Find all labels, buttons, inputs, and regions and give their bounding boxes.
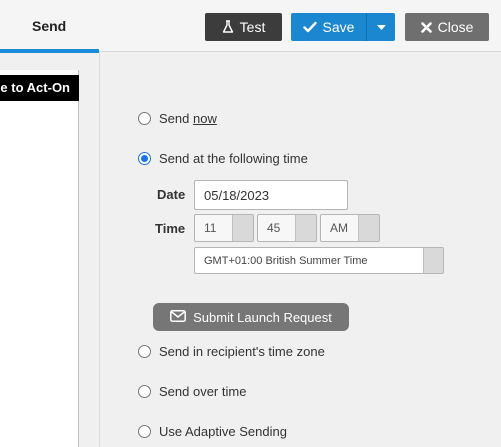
active-tab-indicator [0, 49, 99, 53]
date-label: Date [157, 187, 186, 202]
send-at-time-radio[interactable] [138, 152, 151, 165]
top-toolbar: Send Test Save Close [0, 0, 501, 53]
adaptive-sending-option[interactable]: Use Adaptive Sending [138, 424, 287, 439]
send-now-option[interactable]: Send now [138, 111, 217, 126]
save-button[interactable]: Save [291, 13, 366, 41]
submit-button-label: Submit Launch Request [193, 309, 332, 325]
preview-panel [0, 70, 79, 447]
close-button-label: Close [437, 19, 474, 35]
ampm-select-handle [358, 215, 379, 241]
time-label: Time [155, 221, 186, 236]
adaptive-sending-radio[interactable] [138, 425, 151, 438]
send-at-time-option[interactable]: Send at the following time [138, 151, 308, 166]
send-over-time-label: Send over time [159, 384, 247, 399]
send-now-radio[interactable] [138, 112, 151, 125]
check-icon [302, 21, 317, 33]
save-options-dropdown[interactable] [366, 13, 395, 41]
caret-down-icon [376, 24, 386, 30]
recipient-timezone-radio[interactable] [138, 345, 151, 358]
timezone-value: GMT+01:00 British Summer Time [204, 255, 368, 267]
test-button[interactable]: Test [205, 13, 282, 41]
minute-select[interactable]: 45 [257, 214, 317, 242]
send-at-time-label: Send at the following time [159, 151, 308, 166]
hour-select[interactable]: 11 [194, 214, 254, 242]
send-now-label: Send now [159, 111, 217, 126]
hour-value: 11 [204, 221, 217, 235]
send-over-time-radio[interactable] [138, 385, 151, 398]
panel-divider [99, 52, 100, 447]
recipient-timezone-option[interactable]: Send in recipient's time zone [138, 344, 325, 359]
ampm-value: AM [330, 221, 348, 235]
timezone-select[interactable]: GMT+01:00 British Summer Time [194, 247, 444, 274]
adaptive-sending-label: Use Adaptive Sending [159, 424, 287, 439]
timezone-select-handle [423, 248, 443, 273]
tab-send-label: Send [32, 18, 67, 34]
send-over-time-option[interactable]: Send over time [138, 384, 246, 399]
recipient-timezone-label: Send in recipient's time zone [159, 344, 325, 359]
ampm-select[interactable]: AM [320, 214, 380, 242]
minute-value: 45 [267, 221, 281, 235]
close-icon [420, 21, 432, 33]
flask-icon [222, 20, 234, 34]
minute-select-handle [295, 215, 316, 241]
welcome-text: e to Act-On [0, 80, 70, 95]
submit-launch-request-button[interactable]: Submit Launch Request [153, 303, 349, 331]
test-button-label: Test [239, 19, 266, 35]
envelope-icon [170, 309, 187, 325]
date-field[interactable]: 05/18/2023 [194, 180, 348, 210]
close-button[interactable]: Close [405, 13, 489, 41]
welcome-banner: e to Act-On [0, 75, 79, 101]
tab-send[interactable]: Send [0, 0, 99, 53]
hour-select-handle [232, 215, 253, 241]
send-now-link[interactable]: now [193, 111, 217, 126]
save-button-label: Save [322, 19, 355, 35]
